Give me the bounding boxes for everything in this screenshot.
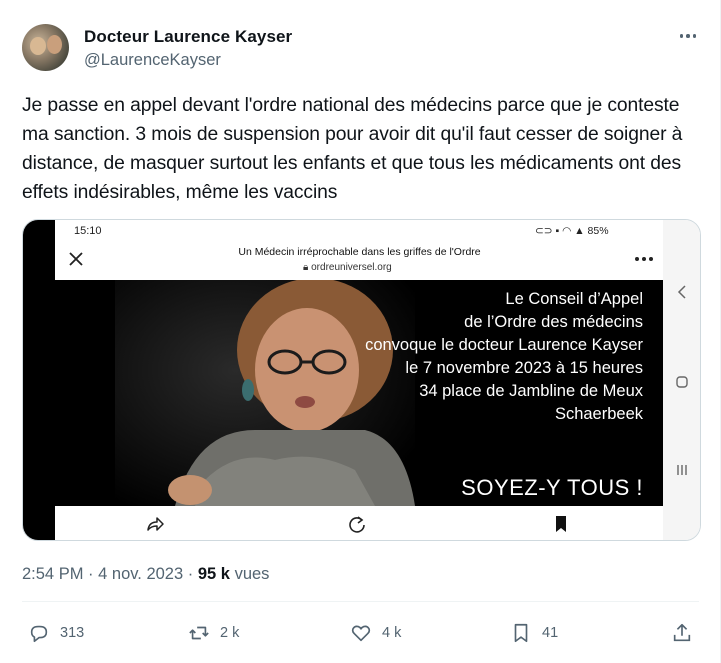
views-count: 95 k	[197, 565, 230, 583]
divider	[22, 601, 699, 602]
tweet-text: Je passe en appel devant l'ordre nationa…	[22, 95, 683, 203]
recents-icon[interactable]	[675, 463, 689, 477]
home-icon[interactable]	[675, 375, 689, 389]
status-icons: ⊂⊃ ▪ ◠ ▲	[535, 225, 588, 237]
author-name[interactable]: Docteur Laurence Kayser	[84, 27, 292, 47]
tweet-media[interactable]: 15:10 ⊂⊃ ▪ ◠ ▲ 85% Un Médecin irréprocha…	[22, 219, 701, 541]
bookmark-icon	[514, 623, 528, 643]
close-icon[interactable]	[67, 250, 85, 268]
repost-icon	[189, 626, 209, 640]
repost-button[interactable]: 2 k	[188, 622, 239, 644]
author-handle[interactable]: @LaurenceKayser	[84, 51, 221, 70]
share-button[interactable]	[671, 622, 703, 644]
tweet-timestamp: 2:54 PM · 4 nov. 2023 · 95 k vues	[22, 565, 270, 583]
share-icon[interactable]	[145, 514, 165, 534]
browser-menu-icon[interactable]	[633, 254, 655, 264]
page-title: Un Médecin irréprochable dans les griffe…	[238, 246, 481, 258]
tweet-time[interactable]: 2:54 PM	[22, 565, 83, 583]
status-time: 15:10	[74, 225, 102, 237]
media-left-edge	[23, 220, 55, 540]
like-button[interactable]: 4 k	[350, 622, 401, 644]
bookmark-page-icon[interactable]	[551, 514, 571, 534]
repost-count: 2 k	[220, 625, 240, 641]
tweet-date[interactable]: 4 nov. 2023	[98, 565, 183, 583]
reload-icon[interactable]	[347, 514, 367, 534]
avatar[interactable]	[22, 24, 69, 71]
heart-icon	[351, 625, 371, 642]
battery-level: 85%	[587, 225, 609, 237]
overlay-cta: SOYEZ-Y TOUS !	[461, 475, 643, 500]
video-frame: Le Conseil d’Appel de l’Ordre des médeci…	[55, 280, 663, 506]
reply-icon	[30, 625, 48, 643]
views-label: vues	[234, 565, 270, 583]
like-count: 4 k	[382, 625, 402, 641]
bookmark-count: 41	[542, 625, 559, 641]
reply-count: 313	[60, 625, 85, 641]
back-icon[interactable]	[675, 284, 689, 300]
overlay-text: Le Conseil d’Appel de l’Ordre des médeci…	[365, 290, 643, 423]
reply-button[interactable]: 313	[28, 622, 84, 644]
android-nav-strip	[663, 220, 700, 540]
browser-bottom-bar	[55, 506, 663, 540]
bookmark-button[interactable]: 41	[510, 622, 558, 644]
upload-share-icon	[673, 623, 691, 642]
lock-icon: 🔒︎	[303, 262, 312, 273]
status-battery: ⊂⊃ ▪ ◠ ▲ 85%	[535, 225, 609, 237]
more-options-button[interactable]	[676, 24, 700, 48]
page-url: 🔒︎ ordreuniversel.org	[303, 262, 392, 273]
